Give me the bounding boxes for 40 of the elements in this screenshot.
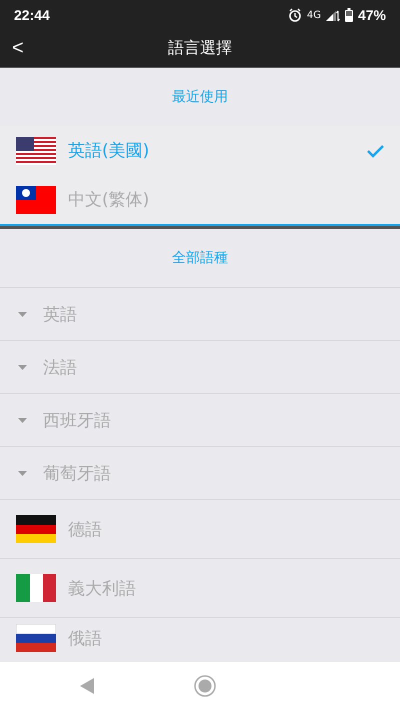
language-item[interactable]: 英語(美國)	[0, 126, 400, 175]
language-item[interactable]: 義大利語	[0, 559, 400, 618]
flag-icon	[16, 574, 56, 602]
language-item[interactable]: 英語	[0, 288, 400, 341]
language-item[interactable]: 法語	[0, 341, 400, 394]
language-name: 俄語	[68, 628, 103, 650]
caret-icon	[18, 364, 27, 370]
flag-icon	[16, 515, 56, 543]
language-name: 西班牙語	[43, 410, 112, 432]
language-item[interactable]: 葡萄牙語	[0, 447, 400, 500]
check-icon	[367, 144, 384, 158]
caret-icon	[18, 470, 27, 476]
language-name: 英語(美國)	[68, 140, 150, 162]
language-item[interactable]: 西班牙語	[0, 394, 400, 447]
screen-title: 語言選擇	[167, 38, 233, 59]
battery-icon	[344, 8, 353, 22]
back-nav-icon	[80, 678, 94, 694]
language-item[interactable]: 中文(繁体)	[0, 175, 400, 224]
language-name: 德語	[68, 518, 103, 540]
language-name: 葡萄牙語	[43, 462, 112, 484]
section-header: 全部語種	[0, 226, 400, 288]
flag-icon	[16, 186, 56, 214]
network-type: 4G	[306, 10, 321, 20]
language-name: 法語	[43, 356, 78, 378]
caret-icon	[18, 312, 27, 316]
battery-level: 47%	[358, 7, 386, 23]
language-name: 中文(繁体)	[68, 189, 150, 211]
language-item[interactable]: 俄語	[0, 618, 400, 658]
language-name: 義大利語	[68, 578, 137, 600]
section-header: 最近使用	[171, 88, 229, 107]
alarm-icon	[288, 8, 302, 22]
back-button[interactable]: <	[0, 37, 36, 60]
status-time: 22:44	[14, 7, 50, 23]
home-icon	[194, 675, 216, 697]
caret-icon	[18, 418, 27, 422]
language-item[interactable]: 德語	[0, 500, 400, 559]
flag-icon	[16, 136, 56, 164]
signal-icon	[326, 8, 340, 22]
language-name: 英語	[43, 304, 78, 326]
flag-icon	[16, 624, 56, 652]
